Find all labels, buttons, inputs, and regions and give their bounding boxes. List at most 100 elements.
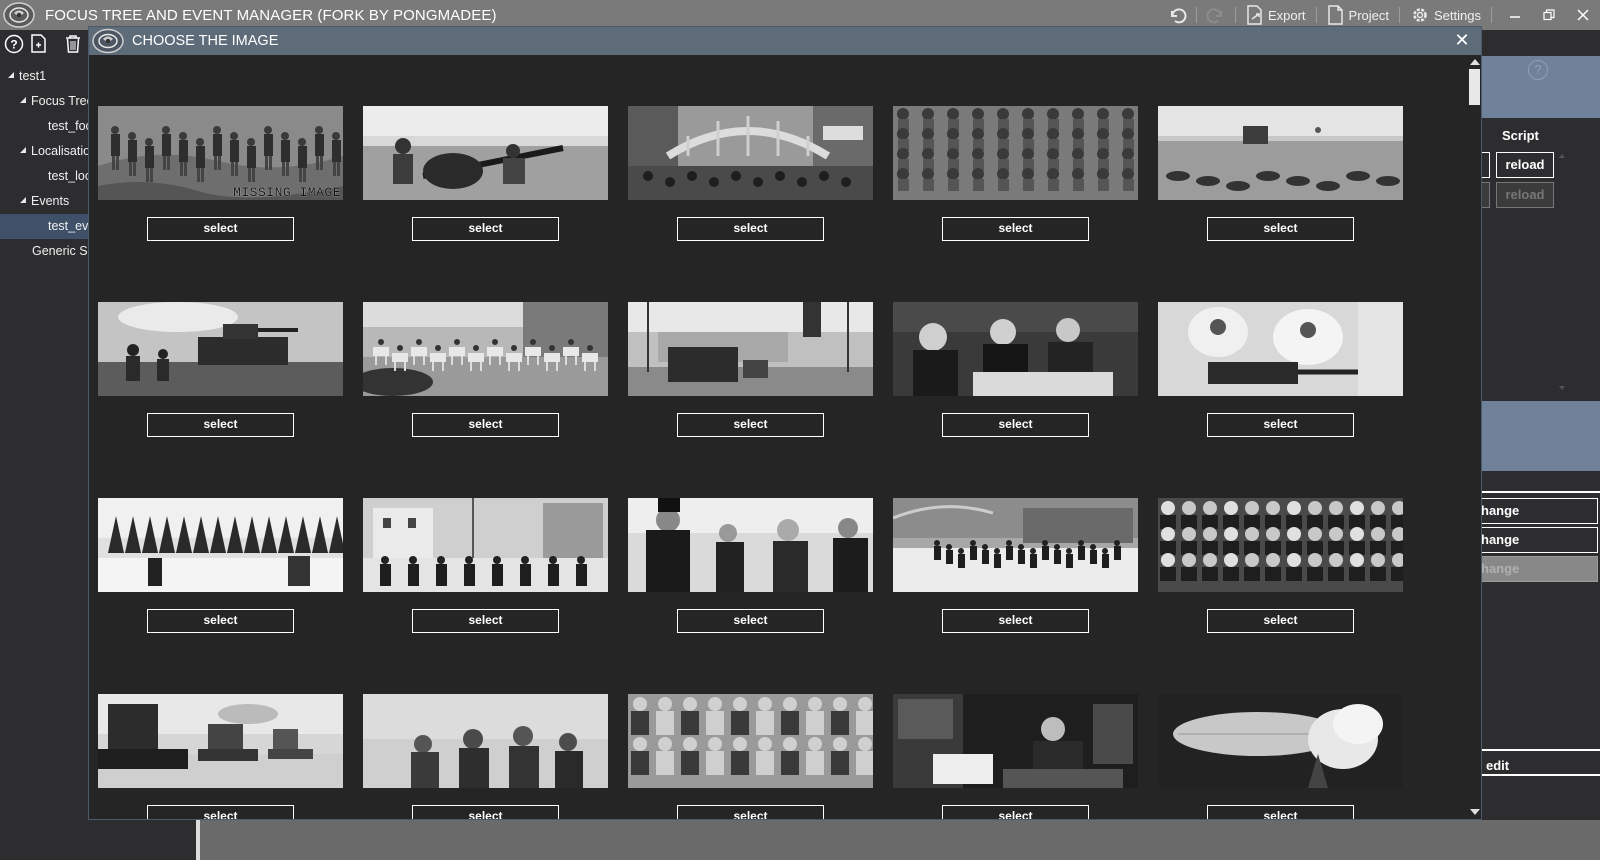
dialog-close-button[interactable]: ✕ [1453,30,1471,51]
choose-image-dialog: CHOOSE THE IMAGE ✕ MISSING IMAGE select se… [88,26,1482,820]
app-title: FOCUS TREE AND EVENT MANAGER (FORK BY PO… [45,7,497,24]
image-thumbnail-airship-fire[interactable] [1158,694,1403,788]
tree-item-localisation[interactable]: Localisatio [0,139,90,164]
select-button[interactable]: select [942,609,1089,633]
select-button[interactable]: select [677,609,824,633]
select-button[interactable]: select [942,805,1089,819]
minimize-button[interactable] [1498,0,1532,30]
project-explorer: ? test1 Focus Tree test_foc Localisatio … [0,30,90,860]
expand-arrow-icon[interactable] [8,71,14,78]
select-button[interactable]: select [147,609,294,633]
image-thumbnail-winter-forest[interactable] [98,498,343,592]
select-button[interactable]: select [942,413,1089,437]
toolbar-divider [1195,7,1197,23]
scroll-thumb[interactable] [1469,69,1480,105]
image-thumbnail-missing-image[interactable]: MISSING IMAGE [98,106,343,200]
select-button[interactable]: select [412,217,559,241]
close-window-button[interactable] [1566,0,1600,30]
image-thumbnail-town-soldiers[interactable] [363,498,608,592]
tree-item-test-loc[interactable]: test_loc [0,164,90,189]
toolbar-divider [1399,7,1401,23]
image-thumbnail-diplomats-meeting[interactable] [628,498,873,592]
scroll-up-icon[interactable] [1470,59,1480,65]
image-card: select [1158,498,1403,694]
select-button[interactable]: select [147,805,294,819]
image-thumbnail-machine-gun-crew[interactable] [1158,302,1403,396]
image-card: select [363,694,608,819]
image-thumbnail-street-trucks[interactable] [628,302,873,396]
image-thumbnail-marching-soldiers[interactable] [893,106,1138,200]
dialog-scrollbar[interactable] [1468,57,1481,819]
dialog-title: CHOOSE THE IMAGE [132,33,279,49]
change-button-2[interactable]: hange [1480,527,1598,553]
image-thumbnail-officers-group[interactable] [363,694,608,788]
image-card: select [628,498,873,694]
reload-button[interactable]: reload [1496,152,1554,178]
select-button[interactable]: select [1207,609,1354,633]
select-button[interactable]: select [1207,413,1354,437]
divider [1480,749,1600,751]
script-label: Script [1502,128,1539,143]
help-icon[interactable]: ? [1528,60,1548,80]
scrollbar[interactable] [1558,152,1566,392]
tree-item-test-event[interactable]: test_eve [0,214,90,239]
image-thumbnail-militia-group[interactable] [628,694,873,788]
select-button[interactable]: select [942,217,1089,241]
gear-icon [1413,8,1427,22]
edit-button[interactable]: edit [1486,758,1509,773]
image-card: select [628,694,873,819]
image-card: select [98,498,343,694]
select-button[interactable]: select [147,217,294,241]
select-button[interactable]: select [412,609,559,633]
export-label: Export [1267,7,1306,23]
tree-item-focus-tree[interactable]: Focus Tree [0,89,90,114]
image-card: select [98,302,343,498]
trash-icon[interactable] [64,34,82,54]
tree-item-test-focus[interactable]: test_foc [0,114,90,139]
tree-item-label: test1 [19,69,47,83]
select-button[interactable]: select [412,805,559,819]
image-list[interactable]: MISSING IMAGE select select select select sel… [89,55,1467,819]
tree-item-label: Generic Sc [32,244,90,258]
restore-button[interactable] [1532,0,1566,30]
restore-icon [1543,9,1555,21]
select-button[interactable]: select [677,413,824,437]
expand-arrow-icon[interactable] [20,96,26,103]
editor-section [1480,401,1600,471]
divider [1480,774,1600,776]
image-thumbnail-officials-signing[interactable] [893,302,1138,396]
svg-text:?: ? [10,38,17,52]
image-thumbnail-cavalry-parade[interactable] [363,302,608,396]
image-thumbnail-city-bridge[interactable] [628,106,873,200]
new-file-icon[interactable] [30,34,48,54]
image-thumbnail-village-march[interactable] [893,498,1138,592]
image-card: select [893,302,1138,498]
expand-arrow-icon[interactable] [20,196,26,203]
image-thumbnail-crowd[interactable] [1158,498,1403,592]
image-thumbnail-field-soldiers[interactable] [1158,106,1403,200]
select-button[interactable]: select [1207,217,1354,241]
tree-item-generic-scripts[interactable]: Generic Sc [0,239,90,264]
image-thumbnail-artillery-crew[interactable] [363,106,608,200]
select-button[interactable]: select [677,805,824,819]
image-card: select [893,694,1138,819]
scroll-down-icon[interactable] [1470,809,1480,815]
change-button-1[interactable]: hange [1480,498,1598,524]
explorer-toolbar: ? [0,30,90,58]
image-thumbnail-man-reading-newspaper[interactable] [893,694,1138,788]
tree-item-label: Events [31,194,70,208]
select-button[interactable]: select [147,413,294,437]
image-thumbnail-tank-infantry[interactable] [98,302,343,396]
image-thumbnail-battleships[interactable] [98,694,343,788]
tree-item-test1[interactable]: test1 [0,64,90,89]
tree-item-label: test_loc [48,169,90,183]
tree-item-events[interactable]: Events [0,189,90,214]
select-button[interactable]: select [1207,805,1354,819]
settings-label: Settings [1434,7,1481,23]
expand-arrow-icon[interactable] [20,146,26,153]
select-button[interactable]: select [677,217,824,241]
tree-item-label: Localisatio [31,144,90,158]
select-button[interactable]: select [412,413,559,437]
image-grid: MISSING IMAGE select select select select sel… [98,106,1403,819]
help-icon[interactable]: ? [4,34,24,54]
